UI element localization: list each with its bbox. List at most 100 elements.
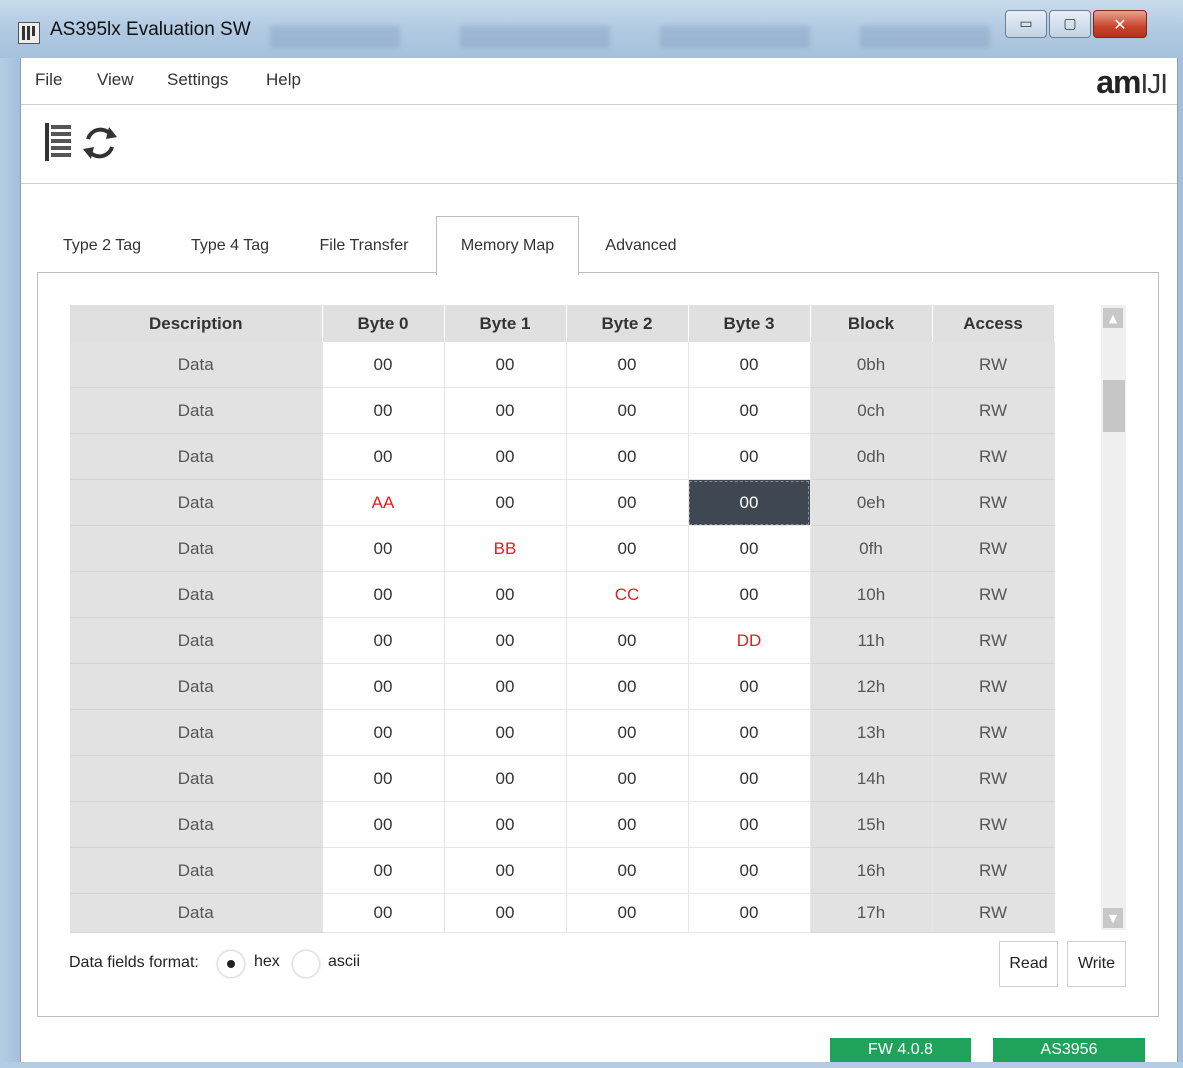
cell-byte-0[interactable]: 00 xyxy=(322,617,445,664)
cell-byte-0[interactable]: 00 xyxy=(322,801,445,848)
column-header-block[interactable]: Block xyxy=(810,305,933,342)
cell-byte-2[interactable]: 00 xyxy=(566,755,689,802)
cell-byte-0[interactable]: 00 xyxy=(322,525,445,572)
cell-byte-1[interactable]: 00 xyxy=(444,893,567,933)
cell-byte-1[interactable]: BB xyxy=(444,525,567,572)
cell-byte-0[interactable]: 00 xyxy=(322,663,445,710)
cell-byte-0[interactable]: 00 xyxy=(322,709,445,756)
table-row[interactable]: Data 00 00 00 00 14h RW xyxy=(70,755,1102,802)
column-header-byte-1[interactable]: Byte 1 xyxy=(444,305,567,342)
table-row[interactable]: Data 00 00 00 00 0ch RW xyxy=(70,387,1102,434)
cell-byte-1[interactable]: 00 xyxy=(444,617,567,664)
cell-byte-2[interactable]: 00 xyxy=(566,847,689,894)
cell-byte-3[interactable]: 00 xyxy=(688,801,811,848)
radio-ascii-label[interactable]: ascii xyxy=(328,953,360,971)
cell-byte-2[interactable]: 00 xyxy=(566,433,689,480)
tab-memory-map[interactable]: Memory Map xyxy=(436,216,579,275)
cell-byte-1[interactable]: 00 xyxy=(444,847,567,894)
column-header-byte-0[interactable]: Byte 0 xyxy=(322,305,445,342)
cell-byte-1[interactable]: 00 xyxy=(444,387,567,434)
cell-byte-3[interactable]: 00 xyxy=(688,571,811,618)
menu-file[interactable]: File xyxy=(35,70,62,90)
cell-byte-1[interactable]: 00 xyxy=(444,479,567,526)
table-row[interactable]: Data 00 00 00 00 12h RW xyxy=(70,663,1102,710)
cell-byte-3[interactable]: 00 xyxy=(688,525,811,572)
cell-byte-1[interactable]: 00 xyxy=(444,433,567,480)
column-header-access[interactable]: Access xyxy=(932,305,1055,342)
column-header-description[interactable]: Description xyxy=(70,305,323,342)
vertical-scrollbar[interactable]: ▲ ▼ xyxy=(1101,305,1126,930)
cell-byte-0[interactable]: 00 xyxy=(322,893,445,933)
row-filler xyxy=(1054,342,1102,388)
column-header-byte-2[interactable]: Byte 2 xyxy=(566,305,689,342)
cell-byte-3[interactable]: 00 xyxy=(688,342,811,388)
scroll-down-button[interactable]: ▼ xyxy=(1103,908,1123,928)
cell-byte-1[interactable]: 00 xyxy=(444,663,567,710)
radio-hex[interactable] xyxy=(217,950,245,978)
table-row[interactable]: Data 00 00 00 00 17h RW xyxy=(70,893,1102,933)
cell-byte-0[interactable]: 00 xyxy=(322,433,445,480)
table-row[interactable]: Data 00 00 00 DD 11h RW xyxy=(70,617,1102,664)
cell-byte-2[interactable]: 00 xyxy=(566,709,689,756)
close-button[interactable]: ✕ xyxy=(1093,10,1147,38)
table-row[interactable]: Data 00 00 CC 00 10h RW xyxy=(70,571,1102,618)
cell-byte-1[interactable]: 00 xyxy=(444,342,567,388)
cell-byte-2[interactable]: 00 xyxy=(566,663,689,710)
cell-byte-3[interactable]: 00 xyxy=(688,479,811,526)
table-row[interactable]: Data 00 00 00 00 15h RW xyxy=(70,801,1102,848)
cell-byte-3[interactable]: 00 xyxy=(688,387,811,434)
cell-byte-0[interactable]: AA xyxy=(322,479,445,526)
tab-file-transfer[interactable]: File Transfer xyxy=(308,226,420,272)
table-row[interactable]: Data AA 00 00 00 0eh RW xyxy=(70,479,1102,526)
table-row[interactable]: Data 00 00 00 00 16h RW xyxy=(70,847,1102,894)
cell-byte-3[interactable]: 00 xyxy=(688,893,811,933)
toolbar xyxy=(21,105,1177,184)
title-bar[interactable]: AS395lx Evaluation SW ▭ ▢ ✕ xyxy=(0,0,1183,58)
cell-byte-2[interactable]: 00 xyxy=(566,893,689,933)
cell-byte-3[interactable]: DD xyxy=(688,617,811,664)
cell-description: Data xyxy=(70,893,323,933)
cell-byte-0[interactable]: 00 xyxy=(322,342,445,388)
read-button[interactable]: Read xyxy=(999,941,1058,987)
tab-advanced[interactable]: Advanced xyxy=(592,226,690,272)
cell-byte-2[interactable]: 00 xyxy=(566,525,689,572)
cell-byte-2[interactable]: 00 xyxy=(566,617,689,664)
write-button[interactable]: Write xyxy=(1067,941,1126,987)
cell-byte-1[interactable]: 00 xyxy=(444,755,567,802)
cell-byte-1[interactable]: 00 xyxy=(444,801,567,848)
tab-type-4-tag[interactable]: Type 4 Tag xyxy=(180,226,280,272)
tab-type-2-tag[interactable]: Type 2 Tag xyxy=(52,226,152,272)
cell-byte-2[interactable]: CC xyxy=(566,571,689,618)
table-row[interactable]: Data 00 00 00 00 0dh RW xyxy=(70,433,1102,480)
cell-byte-2[interactable]: 00 xyxy=(566,387,689,434)
table-row[interactable]: Data 00 BB 00 00 0fh RW xyxy=(70,525,1102,572)
minimize-button[interactable]: ▭ xyxy=(1005,10,1047,38)
cell-byte-3[interactable]: 00 xyxy=(688,709,811,756)
cell-byte-0[interactable]: 00 xyxy=(322,571,445,618)
cell-byte-1[interactable]: 00 xyxy=(444,709,567,756)
table-row[interactable]: Data 00 00 00 00 0bh RW xyxy=(70,342,1102,388)
cell-byte-3[interactable]: 00 xyxy=(688,847,811,894)
scroll-thumb[interactable] xyxy=(1103,380,1125,432)
menu-view[interactable]: View xyxy=(97,70,134,90)
cell-byte-2[interactable]: 00 xyxy=(566,479,689,526)
cell-byte-2[interactable]: 00 xyxy=(566,342,689,388)
radio-hex-label[interactable]: hex xyxy=(254,953,280,971)
scroll-up-button[interactable]: ▲ xyxy=(1103,308,1123,328)
cell-byte-0[interactable]: 00 xyxy=(322,755,445,802)
menu-help[interactable]: Help xyxy=(266,70,301,90)
maximize-button[interactable]: ▢ xyxy=(1049,10,1091,38)
cell-byte-3[interactable]: 00 xyxy=(688,755,811,802)
radio-ascii[interactable] xyxy=(292,950,320,978)
column-header-byte-3[interactable]: Byte 3 xyxy=(688,305,811,342)
cell-byte-1[interactable]: 00 xyxy=(444,571,567,618)
cell-byte-3[interactable]: 00 xyxy=(688,433,811,480)
refresh-icon[interactable] xyxy=(81,125,119,165)
cell-byte-3[interactable]: 00 xyxy=(688,663,811,710)
cell-byte-0[interactable]: 00 xyxy=(322,847,445,894)
table-row[interactable]: Data 00 00 00 00 13h RW xyxy=(70,709,1102,756)
cell-byte-2[interactable]: 00 xyxy=(566,801,689,848)
cell-byte-0[interactable]: 00 xyxy=(322,387,445,434)
list-icon[interactable] xyxy=(45,123,75,165)
menu-settings[interactable]: Settings xyxy=(167,70,228,90)
